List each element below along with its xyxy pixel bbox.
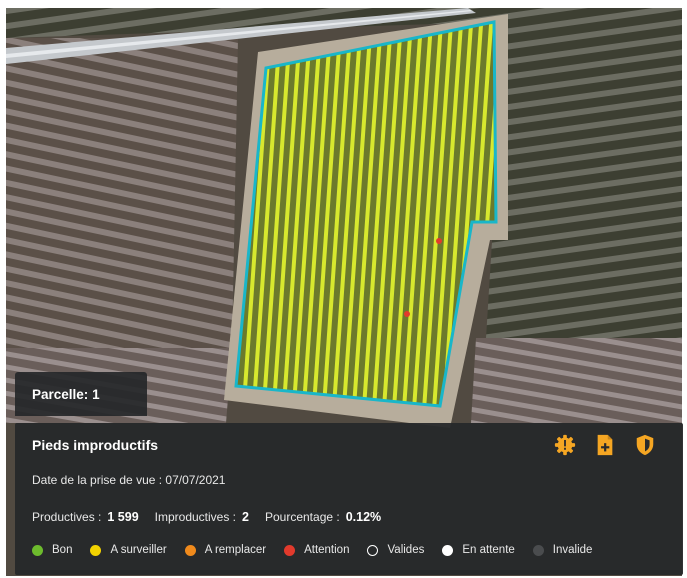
plant-marker-attention[interactable]	[404, 311, 410, 317]
legend-dot-icon	[442, 544, 454, 556]
field-southeast	[471, 338, 682, 423]
shot-date-value: 07/07/2021	[165, 473, 226, 487]
legend-label: Invalide	[552, 544, 593, 556]
parcel-label-text: Parcelle:	[32, 386, 89, 402]
legend-item-invalide[interactable]: Invalide	[532, 544, 593, 556]
parcel-label: Parcelle: 1	[15, 372, 147, 416]
percentage-value: 0.12%	[345, 510, 382, 524]
legend-dot-icon	[532, 544, 544, 556]
legend-item-en-attente[interactable]: En attente	[442, 544, 515, 556]
legend-dot-icon	[284, 544, 296, 556]
legend-dot-icon	[184, 544, 196, 556]
legend-dot-icon	[90, 544, 102, 556]
file-add-icon	[597, 434, 613, 456]
productive-label: Productives :	[32, 510, 102, 524]
legend-item-attention[interactable]: Attention	[284, 544, 349, 556]
legend-dot-icon	[367, 544, 379, 556]
legend-item-a-surveiller[interactable]: A surveiller	[90, 544, 167, 556]
unproductive-label: Improductives :	[154, 510, 237, 524]
legend-item-a-remplacer[interactable]: A remplacer	[184, 544, 267, 556]
alert-gear-button[interactable]	[553, 433, 577, 457]
productive-count: 1 599	[107, 510, 139, 524]
field-east	[486, 16, 682, 338]
legend-label: A remplacer	[204, 544, 267, 556]
info-panel: Pieds improductifs Date de la prise de v…	[15, 423, 683, 575]
shield-button[interactable]	[633, 433, 657, 457]
add-file-button[interactable]	[593, 433, 617, 457]
legend-item-valides[interactable]: Valides	[367, 544, 424, 556]
panel-actions	[553, 433, 657, 457]
legend-label: Bon	[52, 544, 73, 556]
legend-label: En attente	[462, 544, 515, 556]
stats-row: Productives : 1 599 Improductives : 2 Po…	[32, 510, 397, 524]
percentage-label: Pourcentage :	[264, 510, 340, 524]
legend-label: Attention	[304, 544, 350, 556]
shield-icon	[636, 434, 654, 456]
parcel-number: 1	[92, 386, 100, 402]
field-west	[6, 38, 238, 348]
legend-label: A surveiller	[110, 544, 167, 556]
plant-marker-attention[interactable]	[436, 238, 442, 244]
legend-dot-icon	[32, 544, 43, 556]
panel-title: Pieds improductifs	[32, 437, 159, 453]
legend-item-bon[interactable]: Bon	[32, 544, 72, 556]
alert-gear-icon	[554, 434, 576, 456]
shot-date: Date de la prise de vue : 07/07/2021	[32, 473, 225, 487]
legend: Bon A surveiller A remplacer Attention V…	[32, 544, 592, 556]
legend-label: Valides	[387, 544, 425, 556]
unproductive-count: 2	[242, 510, 249, 524]
shot-date-label: Date de la prise de vue :	[32, 473, 163, 487]
